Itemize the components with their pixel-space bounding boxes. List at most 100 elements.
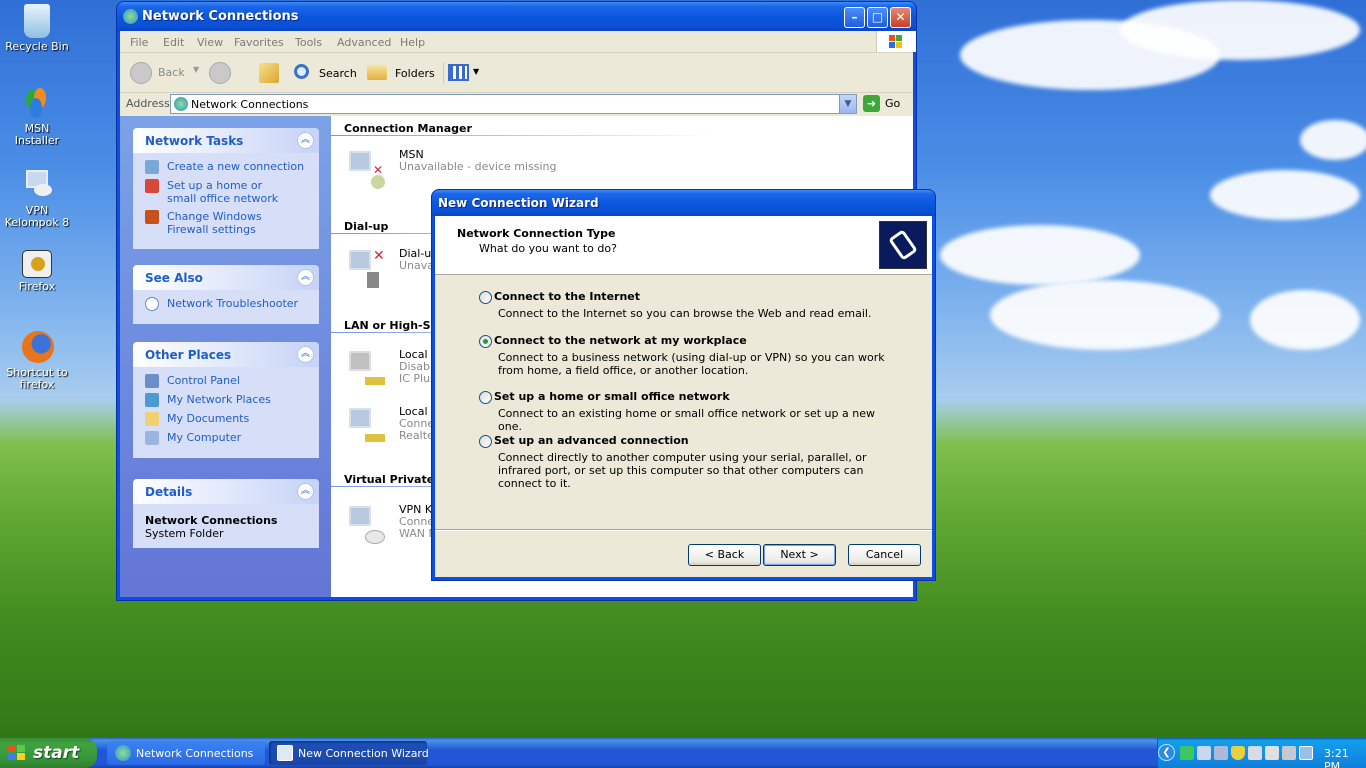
network-alert-icon[interactable] — [1248, 746, 1262, 760]
maximize-icon: □ — [871, 10, 884, 24]
dialog-titlebar[interactable]: New Connection Wizard — [432, 190, 935, 216]
collapse-icon[interactable]: ︽ — [297, 269, 314, 286]
network-connection-icon: ✕ — [345, 149, 387, 193]
address-dropdown-button[interactable]: ▼ — [839, 95, 856, 113]
safely-remove-icon[interactable] — [1265, 746, 1279, 760]
see-also-panel: See Also ︽ Network Troubleshooter — [133, 265, 319, 324]
views-button[interactable]: ▼ — [443, 62, 479, 84]
radio-button[interactable] — [479, 291, 492, 304]
security-shield-icon[interactable] — [1231, 746, 1245, 760]
network-connections-icon — [174, 97, 188, 111]
desktop-icon-label: MSN Installer — [14, 122, 60, 147]
display-icon[interactable] — [1299, 746, 1313, 760]
desktop-icon-vpn[interactable]: VPN Kelompok 8 — [2, 168, 72, 229]
control-panel-icon — [145, 374, 159, 388]
network-tray-icon[interactable] — [1180, 746, 1194, 760]
wizard-heading: Network Connection Type — [457, 227, 616, 240]
desktop-icon-shortcut-firefox[interactable]: Shortcut to firefox — [2, 330, 72, 391]
address-value: Network Connections — [191, 98, 309, 111]
menu-tools[interactable]: Tools — [295, 36, 322, 49]
recycle-bin-icon — [24, 4, 50, 38]
up-folder-icon[interactable] — [259, 63, 279, 83]
connection-tray-icon[interactable] — [1214, 746, 1228, 760]
task-network-connections[interactable]: Network Connections — [107, 741, 265, 765]
network-status-icon[interactable] — [1197, 746, 1211, 760]
views-icon — [448, 64, 469, 81]
folders-button[interactable]: Folders — [365, 62, 435, 84]
wizard-icon — [277, 745, 293, 761]
clock[interactable]: 3:21 PM — [1324, 747, 1366, 768]
panel-header[interactable]: Network Tasks ︽ — [133, 128, 319, 153]
desktop-icon-label: Recycle Bin — [5, 40, 69, 53]
details-type: System Folder — [145, 527, 224, 540]
toolbar: Back ▼ Search Folders ▼ — [120, 53, 913, 93]
taskbar: start Network Connections New Connection… — [0, 738, 1366, 768]
close-button[interactable]: ✕ — [890, 7, 911, 28]
windows-logo-icon — [8, 745, 26, 761]
menu-advanced[interactable]: Advanced — [337, 36, 391, 49]
firefox-shortcut-icon — [22, 250, 52, 278]
menu-edit[interactable]: Edit — [163, 36, 184, 49]
back-button[interactable]: < Back — [688, 544, 761, 566]
desktop-icon-recycle-bin[interactable]: Recycle Bin — [2, 4, 72, 53]
wizard-subheading: What do you want to do? — [479, 242, 617, 255]
network-places-icon — [145, 393, 159, 407]
show-hidden-icons-button[interactable]: ❮ — [1158, 744, 1175, 761]
menu-file[interactable]: File — [130, 36, 148, 49]
wizard-header: Network Connection Type What do you want… — [435, 216, 932, 275]
forward-button[interactable] — [209, 62, 231, 84]
link-my-documents[interactable]: My Documents — [145, 412, 309, 426]
section-dialup: Dial-up — [344, 220, 389, 233]
menu-bar: File Edit View Favorites Tools Advanced … — [120, 31, 916, 53]
collapse-icon[interactable]: ︽ — [297, 483, 314, 500]
firewall-icon — [145, 210, 159, 224]
task-create-new-connection[interactable]: Create a new connection — [145, 160, 309, 174]
link-my-network-places[interactable]: My Network Places — [145, 393, 309, 407]
address-field[interactable]: Network Connections ▼ — [170, 94, 857, 114]
minimize-button[interactable]: – — [844, 7, 865, 28]
new-connection-icon — [145, 160, 159, 174]
panel-header[interactable]: Details ︽ — [133, 479, 319, 504]
collapse-icon[interactable]: ︽ — [297, 132, 314, 149]
network-tasks-panel: Network Tasks ︽ Create a new connection … — [133, 128, 319, 249]
network-connection-icon — [20, 168, 54, 202]
menu-favorites[interactable]: Favorites — [234, 36, 284, 49]
radio-button[interactable] — [479, 435, 492, 448]
lan-connection-icon — [345, 349, 387, 393]
maximize-button[interactable]: □ — [867, 7, 888, 28]
new-connection-wizard-dialog[interactable]: New Connection Wizard Network Connection… — [432, 190, 935, 580]
start-button[interactable]: start — [0, 738, 97, 768]
radio-button-selected[interactable] — [479, 335, 492, 348]
chevron-down-icon: ▼ — [473, 67, 480, 76]
panel-header[interactable]: See Also ︽ — [133, 265, 319, 290]
panel-header[interactable]: Other Places ︽ — [133, 342, 319, 367]
window-titlebar[interactable]: Network Connections – □ ✕ — [117, 2, 916, 31]
search-button[interactable]: Search — [292, 62, 358, 84]
desktop-icon-firefox[interactable]: Firefox — [2, 250, 72, 293]
task-firewall-settings[interactable]: Change Windows Firewall settings — [145, 210, 309, 236]
cancel-button[interactable]: Cancel — [848, 544, 921, 566]
details-panel: Details ︽ Network Connections System Fol… — [133, 479, 319, 548]
radio-button[interactable] — [479, 391, 492, 404]
network-connections-icon — [123, 9, 138, 24]
link-control-panel[interactable]: Control Panel — [145, 374, 309, 388]
menu-help[interactable]: Help — [400, 36, 425, 49]
task-home-network[interactable]: Set up a home or small office network — [145, 179, 309, 205]
address-label: Address — [126, 97, 170, 110]
link-network-troubleshooter[interactable]: Network Troubleshooter — [145, 297, 309, 311]
collapse-icon[interactable]: ︽ — [297, 346, 314, 363]
desktop-icon-msn-installer[interactable]: MSN Installer — [2, 86, 72, 147]
back-button[interactable]: Back ▼ — [128, 61, 203, 85]
task-new-connection-wizard[interactable]: New Connection Wizard — [269, 741, 429, 765]
volume-icon[interactable] — [1282, 746, 1296, 760]
close-icon: ✕ — [895, 10, 906, 24]
menu-view[interactable]: View — [197, 36, 223, 49]
go-button[interactable]: ➜ Go — [861, 94, 909, 114]
link-my-computer[interactable]: My Computer — [145, 431, 309, 445]
dialog-title: New Connection Wizard — [438, 196, 599, 210]
task-pane: Network Tasks ︽ Create a new connection … — [120, 116, 331, 597]
next-button[interactable]: Next > — [763, 544, 836, 566]
vpn-connection-icon — [345, 504, 387, 548]
network-connections-icon — [115, 745, 131, 761]
home-network-icon — [145, 179, 159, 193]
